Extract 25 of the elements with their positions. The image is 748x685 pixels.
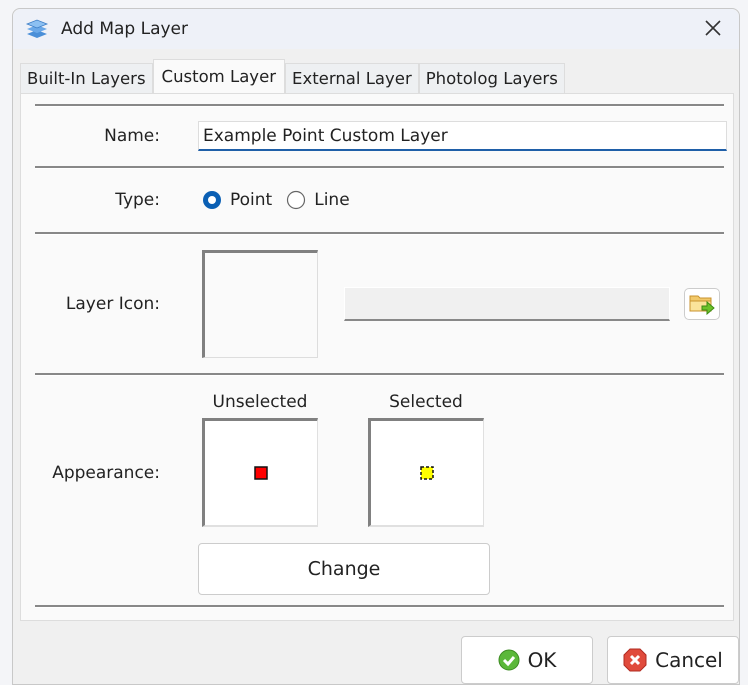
ok-button[interactable]: OK: [461, 636, 593, 684]
field-label: Name:: [104, 126, 160, 146]
cancel-button[interactable]: Cancel: [607, 636, 739, 684]
radio-option[interactable]: Line: [286, 190, 350, 210]
tab[interactable]: Photolog Layers: [418, 63, 565, 93]
close-icon: [623, 648, 648, 672]
field-label: Appearance:: [52, 462, 160, 483]
radio-icon: [202, 190, 222, 210]
close-icon: [705, 20, 721, 36]
tab[interactable]: Built-In Layers: [20, 63, 153, 93]
browse-button[interactable]: [684, 288, 720, 320]
layers-icon: [25, 19, 49, 39]
window-title: Add Map Layer: [61, 19, 189, 39]
name-field[interactable]: Example Point Custom Layer: [198, 121, 727, 152]
check-icon: [498, 649, 520, 671]
tab[interactable]: External Layer: [285, 63, 419, 93]
radio-icon: [286, 190, 306, 210]
field-label: Type:: [115, 190, 160, 210]
field-label: Layer Icon:: [66, 294, 160, 314]
change-button[interactable]: Change: [198, 543, 490, 596]
preview-caption: Unselected: [212, 392, 308, 412]
radio-option[interactable]: Point: [202, 190, 272, 210]
folder-icon: [689, 293, 715, 316]
tab[interactable]: Custom Layer: [152, 59, 286, 93]
preview-caption: Selected: [389, 392, 463, 412]
